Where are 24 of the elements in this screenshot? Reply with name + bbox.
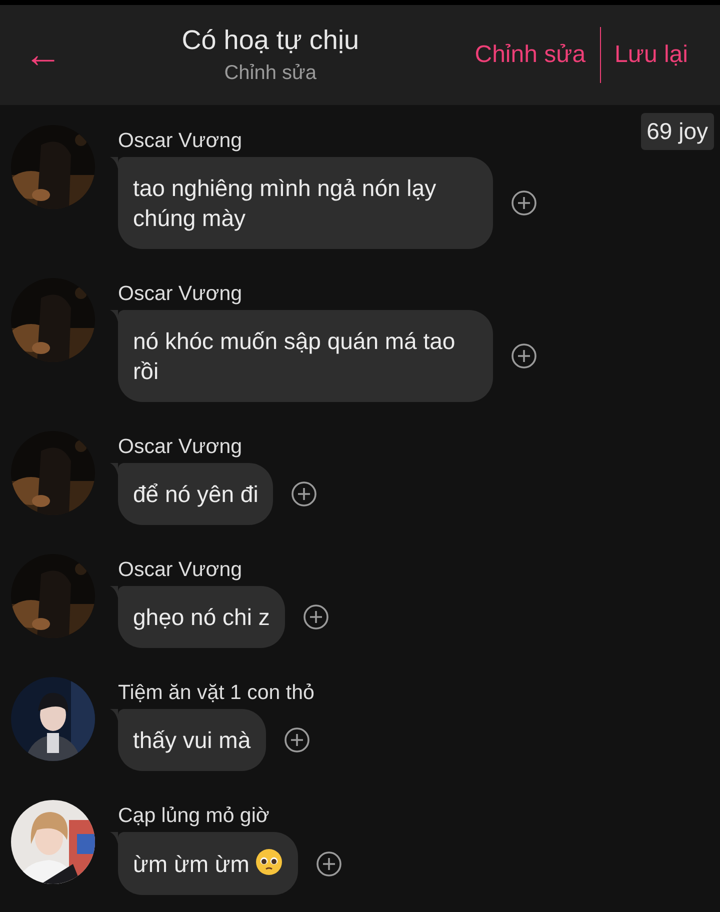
add-reaction-icon[interactable]: [302, 604, 329, 630]
message-bubble[interactable]: thấy vui mà: [118, 709, 266, 771]
message-bubble[interactable]: ừm ừm ừm: [118, 832, 298, 895]
sender-name: Oscar Vương: [118, 129, 242, 153]
save-button[interactable]: Lưu lại: [600, 41, 702, 69]
message-bubble[interactable]: tao nghiêng mình ngả nón lạy chúng mày: [118, 157, 493, 249]
add-reaction-icon[interactable]: [316, 850, 342, 876]
add-reaction-icon[interactable]: [511, 343, 537, 369]
message-bubble[interactable]: để nó yên đi: [118, 463, 274, 525]
message-bubble[interactable]: nó khóc muốn sập quán má tao rồi: [118, 310, 493, 402]
message-bubble[interactable]: ghẹo nó chi z: [118, 586, 285, 648]
edit-button[interactable]: Chỉnh sửa: [460, 41, 600, 69]
sender-name: Oscar Vương: [118, 282, 242, 306]
add-reaction-icon[interactable]: [284, 727, 310, 753]
sender-name: Cạp lủng mỏ giờ: [118, 804, 270, 828]
sender-name: Oscar Vương: [118, 435, 242, 459]
points-badge: 69 joy: [640, 113, 714, 150]
sender-name: Tiệm ăn vặt 1 con thỏ: [118, 681, 314, 705]
back-button[interactable]: ←: [0, 32, 80, 78]
chat-subtitle: Chỉnh sửa: [224, 62, 317, 85]
chat-title: Có hoạ tự chịu: [182, 25, 359, 56]
add-reaction-icon[interactable]: [511, 190, 537, 216]
add-reaction-icon[interactable]: [291, 481, 318, 507]
sender-name: Oscar Vương: [118, 558, 242, 582]
